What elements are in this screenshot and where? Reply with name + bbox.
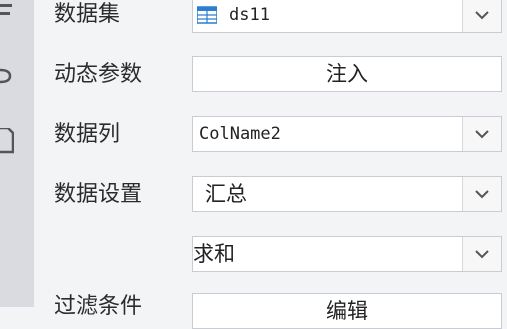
edit-filter-button[interactable]: 编辑 [192,293,502,329]
chevron-down-icon [475,130,489,139]
document-icon[interactable] [0,128,14,154]
inject-button[interactable]: 注入 [192,56,502,92]
chevron-down-icon [475,250,489,259]
data-setting-value: 汇总 [205,182,247,206]
data-setting-dropdown-button[interactable] [462,177,501,211]
data-column-dropdown-button[interactable] [462,117,501,151]
left-toolbar [0,0,34,307]
data-settings-panel: 数据集 ds11 动态参数 注入 数据列 ColName2 数据设置 汇总 求和… [34,0,507,329]
inject-button-label: 注入 [326,62,368,86]
link-icon[interactable] [0,64,14,88]
chevron-down-icon [475,190,489,199]
dynamic-params-label: 动态参数 [54,62,143,87]
structure-icon[interactable] [0,0,14,24]
aggregate-function-dropdown-button[interactable] [462,237,501,271]
aggregate-function-value: 求和 [193,242,235,266]
data-setting-label: 数据设置 [54,182,143,207]
chevron-down-icon [475,11,489,20]
dataset-table-icon [196,6,218,24]
data-setting-select[interactable]: 汇总 [192,176,502,212]
dataset-dropdown-button[interactable] [462,0,501,32]
data-column-select[interactable]: ColName2 [192,116,502,152]
dataset-value: ds11 [229,5,270,25]
data-column-label: 数据列 [54,122,121,147]
filter-condition-label: 过滤条件 [54,294,143,319]
aggregate-function-select[interactable]: 求和 [192,236,502,272]
edit-filter-button-label: 编辑 [326,299,368,323]
dataset-select[interactable]: ds11 [192,0,502,33]
data-column-value: ColName2 [199,124,281,144]
dataset-label: 数据集 [54,2,121,27]
